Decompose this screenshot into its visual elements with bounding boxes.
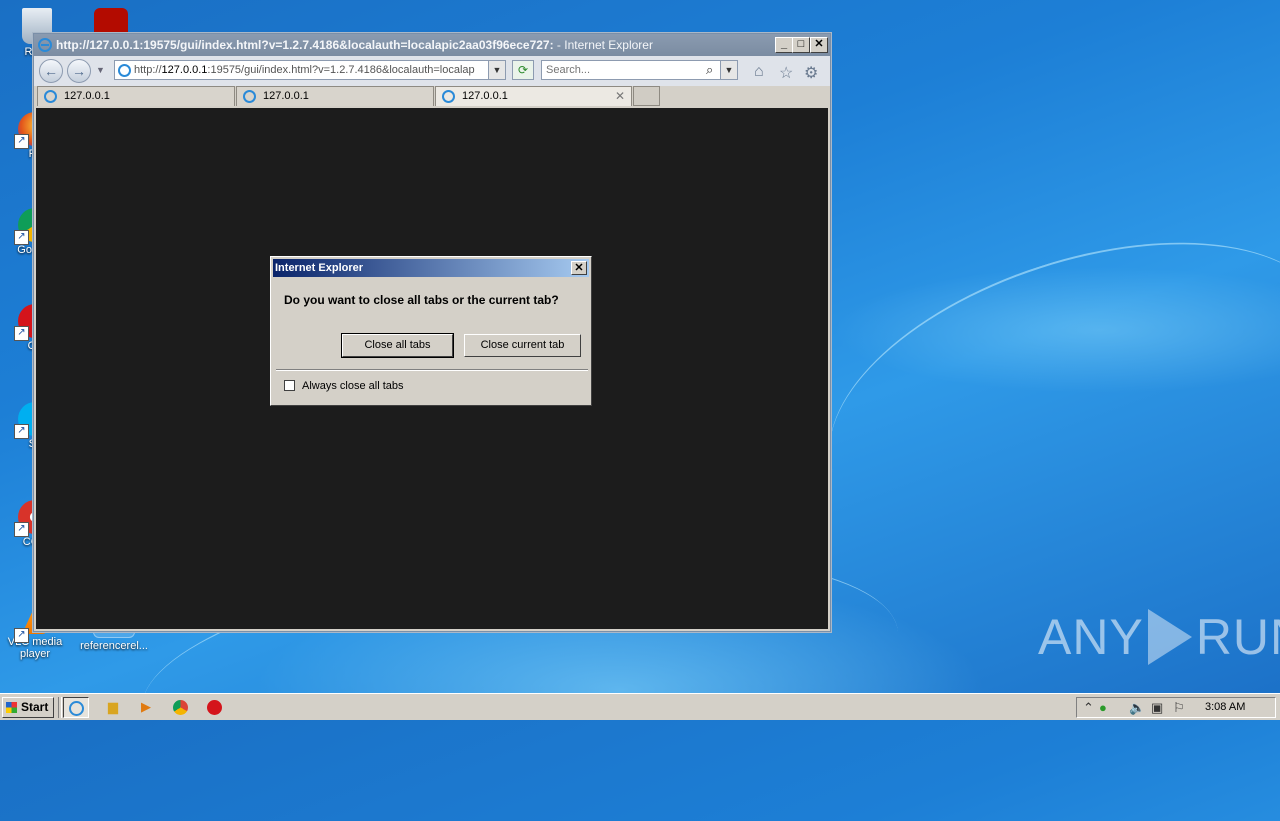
shortcut-arrow-icon: ↗	[14, 522, 29, 537]
windows-logo-icon	[6, 702, 17, 713]
favorites-star-icon[interactable]: ☆	[779, 63, 793, 83]
volume-icon[interactable]: 🔈	[1129, 700, 1145, 716]
taskbar: Start ▆ ▶ ⌃ ● 🔈 ▣ ⚐ 3:08 AM	[0, 693, 1280, 720]
show-hidden-icons-icon[interactable]: ⌃	[1083, 700, 1094, 716]
anyrun-watermark: ANYRUN	[1038, 608, 1280, 665]
taskbar-opera-button[interactable]	[201, 697, 227, 718]
window-title: http://127.0.0.1:19575/gui/index.html?v=…	[56, 38, 653, 52]
taskbar-explorer-button[interactable]: ▆	[100, 697, 126, 718]
dialog-titlebar[interactable]: Internet Explorer ✕	[273, 259, 589, 277]
taskbar-chrome-button[interactable]	[167, 697, 193, 718]
tab-label: 127.0.0.1	[462, 90, 508, 102]
start-label: Start	[21, 700, 49, 714]
gear-icon[interactable]: ⚙	[804, 63, 818, 83]
maximize-button[interactable]: □	[792, 37, 810, 53]
shortcut-arrow-icon: ↗	[14, 230, 29, 245]
shortcut-arrow-icon: ↗	[14, 628, 29, 643]
wallpaper-streak	[792, 186, 1280, 596]
close-current-tab-button[interactable]: Close current tab	[464, 334, 581, 357]
shortcut-arrow-icon: ↗	[14, 326, 29, 341]
taskbar-ie-button[interactable]	[63, 697, 89, 718]
media-player-icon: ▶	[141, 699, 151, 714]
tab-label: 127.0.0.1	[263, 90, 309, 102]
search-dropdown-button[interactable]: ▼	[720, 61, 737, 79]
recent-pages-dropdown[interactable]: ▼	[96, 65, 105, 75]
taskbar-media-player-button[interactable]: ▶	[133, 697, 159, 718]
dialog-separator	[276, 369, 588, 371]
dialog-close-button[interactable]: ✕	[571, 261, 587, 275]
utorrent-icon[interactable]: ●	[1099, 700, 1107, 715]
search-input[interactable]	[544, 62, 698, 78]
system-tray: ⌃ ● 🔈 ▣ ⚐ 3:08 AM	[1076, 697, 1276, 718]
tab-3[interactable]: 127.0.0.1 ✕	[435, 86, 632, 106]
start-button[interactable]: Start	[2, 697, 54, 718]
ie-page-icon	[118, 63, 131, 77]
explorer-folder-icon: ▆	[108, 699, 118, 714]
ie-page-icon	[243, 90, 256, 103]
ie-page-icon	[44, 90, 57, 103]
always-close-checkbox[interactable]	[284, 380, 295, 391]
tab-close-icon[interactable]: ✕	[615, 87, 625, 106]
chrome-icon	[172, 700, 188, 716]
close-all-tabs-button[interactable]: Close all tabs	[341, 333, 454, 358]
back-button[interactable]: ←	[39, 59, 63, 83]
close-window-button[interactable]: ✕	[810, 37, 828, 53]
address-dropdown-button[interactable]: ▼	[488, 61, 505, 79]
close-tabs-dialog: Internet Explorer ✕ Do you want to close…	[270, 256, 592, 406]
refresh-button[interactable]: ⟳	[512, 60, 534, 80]
dialog-title: Internet Explorer	[275, 262, 364, 274]
search-icon[interactable]: ⌕	[706, 62, 713, 78]
action-center-flag-icon[interactable]: ⚐	[1173, 700, 1185, 716]
desktop-icon-label: referencerel...	[80, 640, 148, 652]
tab-2[interactable]: 127.0.0.1	[236, 86, 434, 106]
ie-titlebar[interactable]: http://127.0.0.1:19575/gui/index.html?v=…	[34, 34, 830, 56]
new-tab-button[interactable]	[633, 86, 660, 106]
opera-icon	[206, 700, 222, 716]
address-bar[interactable]: http://127.0.0.1:19575/gui/index.html?v=…	[114, 60, 506, 80]
shortcut-arrow-icon: ↗	[14, 424, 29, 439]
search-box[interactable]: ⌕ ▼	[541, 60, 738, 80]
tab-row: 127.0.0.1 127.0.0.1 127.0.0.1 ✕	[34, 86, 830, 107]
tab-label: 127.0.0.1	[64, 90, 110, 102]
home-icon[interactable]: ⌂	[754, 63, 764, 81]
taskbar-separator	[58, 697, 62, 718]
dialog-question: Do you want to close all tabs or the cur…	[284, 293, 559, 307]
play-logo-icon	[1147, 608, 1192, 665]
minimize-button[interactable]: _	[775, 37, 793, 53]
clock[interactable]: 3:08 AM	[1205, 701, 1245, 713]
internet-explorer-icon	[38, 38, 52, 52]
forward-button[interactable]: →	[67, 59, 91, 83]
tab-1[interactable]: 127.0.0.1	[37, 86, 235, 106]
always-close-label[interactable]: Always close all tabs	[302, 380, 404, 392]
network-icon[interactable]: ▣	[1151, 700, 1163, 716]
ie-page-icon	[442, 90, 455, 103]
internet-explorer-icon	[68, 701, 84, 717]
ie-navbar: ← → ▼ http://127.0.0.1:19575/gui/index.h…	[34, 56, 830, 86]
shortcut-arrow-icon: ↗	[14, 134, 29, 149]
